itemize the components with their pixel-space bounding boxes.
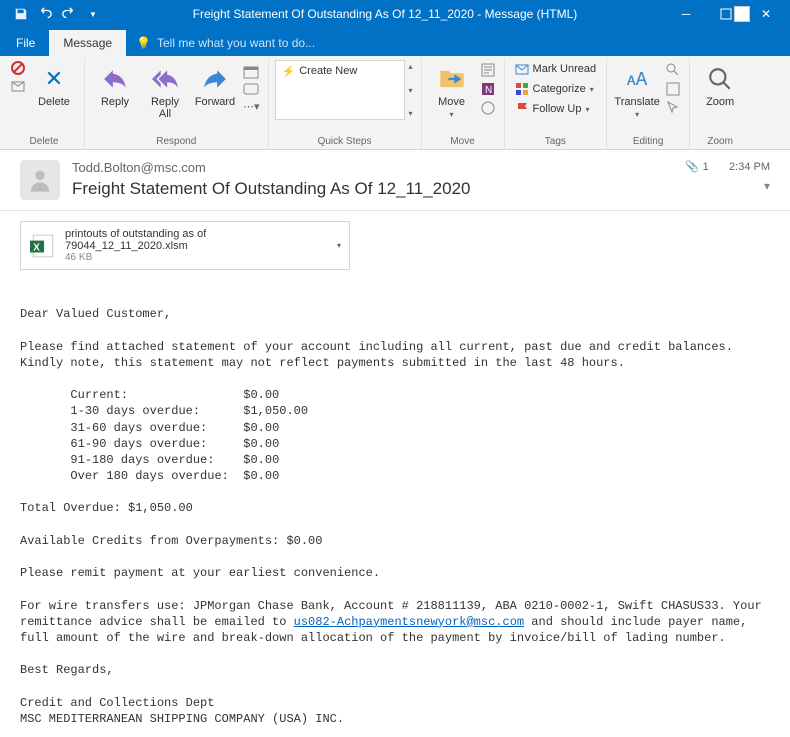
- reply-all-icon: [152, 62, 178, 96]
- qat-dropdown-icon[interactable]: ▼: [82, 3, 104, 25]
- categorize-icon: [515, 82, 529, 96]
- ribbon-tabs: File Message 💡 Tell me what you want to …: [0, 28, 790, 56]
- avatar: [20, 160, 60, 200]
- attachment-count: 1: [703, 161, 709, 173]
- mark-unread-button[interactable]: Mark Unread: [511, 60, 601, 78]
- zoom-button[interactable]: Zoom: [696, 60, 744, 110]
- follow-up-button[interactable]: Follow Up ▾: [511, 100, 601, 118]
- group-delete: ✕ Delete Delete: [4, 58, 85, 149]
- flag-icon: [515, 102, 529, 116]
- minimize-button[interactable]: ─: [666, 0, 706, 28]
- message-subject: Freight Statement Of Outstanding As Of 1…: [72, 179, 673, 199]
- undo-icon[interactable]: [34, 3, 56, 25]
- im-icon[interactable]: [243, 82, 259, 98]
- message-time: 2:34 PM: [729, 161, 770, 173]
- forward-icon: [202, 62, 228, 96]
- close-button[interactable]: ✕: [746, 0, 786, 28]
- move-folder-icon: [438, 62, 466, 96]
- gallery-down-icon[interactable]: ▾: [409, 86, 413, 95]
- window-title: Freight Statement Of Outstanding As Of 1…: [104, 7, 666, 21]
- onenote-icon[interactable]: N: [480, 81, 496, 97]
- reply-icon: [102, 62, 128, 96]
- translate-icon: 🗚: [627, 62, 647, 96]
- tell-me-label: Tell me what you want to do...: [157, 36, 315, 50]
- move-button[interactable]: Move▾: [428, 60, 476, 123]
- tell-me-search[interactable]: 💡 Tell me what you want to do...: [126, 30, 325, 56]
- meeting-icon[interactable]: [243, 64, 259, 80]
- attachment-name: printouts of outstanding as of 79044_12_…: [65, 228, 329, 252]
- remittance-email-link[interactable]: us082-Achpaymentsnewyork@msc.com: [294, 615, 524, 629]
- group-respond: Reply Reply All Forward ⋯▾ Respond: [85, 58, 269, 149]
- reply-button[interactable]: Reply: [91, 60, 139, 110]
- forward-button[interactable]: Forward: [191, 60, 239, 110]
- quick-steps-gallery[interactable]: ⚡ Create New: [275, 60, 405, 120]
- svg-text:N: N: [485, 85, 492, 96]
- group-zoom: Zoom Zoom: [690, 58, 750, 149]
- group-editing: 🗚 Translate▾ Editing: [607, 58, 690, 149]
- tab-file[interactable]: File: [2, 30, 49, 56]
- excel-file-icon: X: [29, 232, 57, 260]
- envelope-icon: [515, 62, 529, 76]
- select-icon[interactable]: [665, 100, 681, 116]
- gallery-more-icon[interactable]: ▾: [409, 109, 413, 118]
- save-icon[interactable]: [10, 3, 32, 25]
- lightning-icon: ⚡: [282, 65, 296, 78]
- rules-icon[interactable]: [480, 62, 496, 78]
- group-tags: Mark Unread Categorize ▾ Follow Up ▾ Tag…: [505, 58, 608, 149]
- attachment-size: 46 KB: [65, 252, 329, 263]
- expand-header-icon[interactable]: ▾: [685, 179, 770, 193]
- attachment-icon: 📎: [685, 160, 699, 173]
- lightbulb-icon: 💡: [136, 36, 151, 50]
- related-icon[interactable]: [665, 81, 681, 97]
- delete-button[interactable]: ✕ Delete: [30, 60, 78, 110]
- attachment-chip[interactable]: X printouts of outstanding as of 79044_1…: [20, 221, 350, 270]
- message-header: Todd.Bolton@msc.com Freight Statement Of…: [0, 150, 790, 211]
- zoom-icon: [707, 62, 733, 96]
- reply-all-button[interactable]: Reply All: [141, 60, 189, 122]
- ignore-icon[interactable]: [10, 60, 26, 76]
- delete-icon: ✕: [45, 62, 63, 96]
- tab-message[interactable]: Message: [49, 30, 126, 56]
- popup-indicator-icon[interactable]: [734, 6, 750, 22]
- attachment-dropdown-icon[interactable]: ▾: [337, 241, 341, 250]
- from-address: Todd.Bolton@msc.com: [72, 160, 673, 175]
- title-bar: ▼ Freight Statement Of Outstanding As Of…: [0, 0, 790, 28]
- translate-button[interactable]: 🗚 Translate▾: [613, 60, 661, 123]
- categorize-button[interactable]: Categorize ▾: [511, 80, 601, 98]
- group-quick-steps: ⚡ Create New ▴ ▾ ▾ Quick Steps: [269, 58, 422, 149]
- svg-text:X: X: [33, 242, 40, 253]
- message-body: Dear Valued Customer, Please find attach…: [0, 280, 790, 737]
- quick-access-toolbar: ▼: [4, 3, 104, 25]
- gallery-up-icon[interactable]: ▴: [409, 62, 413, 71]
- actions-icon[interactable]: [480, 100, 496, 116]
- find-icon[interactable]: [665, 62, 681, 78]
- junk-icon[interactable]: [10, 78, 26, 94]
- ribbon: ✕ Delete Delete Reply Reply All Forward: [0, 56, 790, 150]
- redo-icon[interactable]: [58, 3, 80, 25]
- more-respond-icon[interactable]: ⋯▾: [243, 100, 260, 113]
- group-move: Move▾ N Move: [422, 58, 505, 149]
